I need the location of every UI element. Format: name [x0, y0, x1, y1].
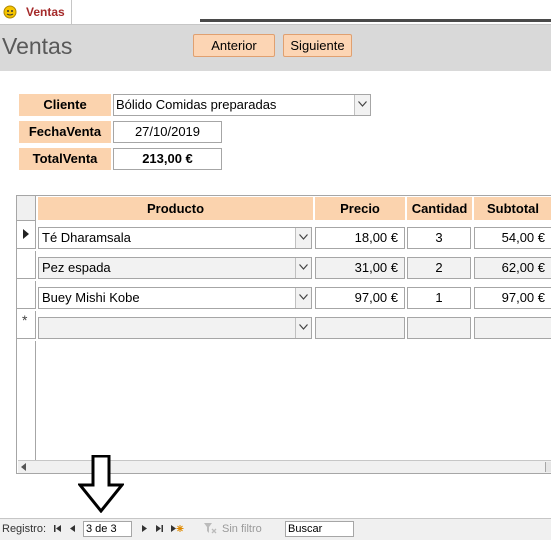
- chevron-down-icon[interactable]: [354, 95, 370, 115]
- total-label: TotalVenta: [19, 148, 111, 170]
- cantidad-value: 3: [435, 230, 443, 245]
- cliente-combo[interactable]: Bólido Comidas preparadas: [113, 94, 371, 116]
- total-value: 213,00 €: [142, 151, 193, 166]
- previous-record-icon[interactable]: [68, 523, 78, 534]
- cliente-label: Cliente: [19, 94, 111, 116]
- cantidad-cell[interactable]: 3: [407, 227, 471, 249]
- column-header-producto[interactable]: Producto: [38, 197, 313, 220]
- fecha-field[interactable]: 27/10/2019: [113, 121, 222, 143]
- producto-value: Té Dharamsala: [42, 230, 131, 245]
- new-producto-combo[interactable]: [38, 317, 312, 339]
- subtotal-cell[interactable]: 97,00 €: [474, 287, 551, 309]
- precio-cell[interactable]: 31,00 €: [315, 257, 405, 279]
- column-header-cantidad[interactable]: Cantidad: [407, 197, 472, 220]
- record-navigation-bar: Registro: Sin filtro: [0, 518, 551, 540]
- subtotal-value: 62,00 €: [501, 260, 545, 275]
- down-arrow-annotation-icon: [78, 455, 124, 513]
- search-input[interactable]: [285, 521, 354, 537]
- tab-label: Ventas: [26, 5, 65, 19]
- total-field: 213,00 €: [113, 148, 222, 170]
- cantidad-cell[interactable]: 2: [407, 257, 471, 279]
- chevron-down-icon[interactable]: [295, 288, 311, 308]
- cliente-value: Bólido Comidas preparadas: [116, 97, 277, 112]
- fecha-label: FechaVenta: [19, 121, 111, 143]
- precio-value: 18,00 €: [354, 230, 398, 245]
- record-label: Registro:: [2, 523, 47, 535]
- previous-button[interactable]: Anterior: [193, 34, 275, 57]
- tab-ventas[interactable]: Ventas: [0, 0, 72, 24]
- subtotal-value: 97,00 €: [501, 290, 545, 305]
- producto-combo[interactable]: Pez espada: [38, 257, 312, 279]
- subtotal-value: 54,00 €: [501, 230, 545, 245]
- column-header-precio[interactable]: Precio: [315, 197, 405, 220]
- last-record-icon[interactable]: [154, 523, 164, 534]
- precio-value: 97,00 €: [354, 290, 398, 305]
- chevron-down-icon[interactable]: [295, 318, 311, 338]
- chevron-down-icon[interactable]: [295, 228, 311, 248]
- form-header: Ventas Anterior Siguiente: [0, 25, 551, 71]
- filter-icon: [204, 523, 217, 534]
- producto-combo[interactable]: Té Dharamsala: [38, 227, 312, 249]
- new-record-icon: *: [22, 312, 28, 328]
- producto-value: Buey Mishi Kobe: [42, 290, 140, 305]
- new-record-selector[interactable]: *: [17, 311, 36, 339]
- column-header-subtotal[interactable]: Subtotal: [474, 197, 551, 220]
- chevron-down-icon[interactable]: [295, 258, 311, 278]
- precio-cell[interactable]: 18,00 €: [315, 227, 405, 249]
- scroll-left-icon[interactable]: [21, 463, 26, 471]
- form-title: Ventas: [2, 33, 73, 59]
- select-all-corner[interactable]: [17, 196, 36, 221]
- record-selector[interactable]: [17, 281, 36, 309]
- producto-combo[interactable]: Buey Mishi Kobe: [38, 287, 312, 309]
- new-record-nav-icon[interactable]: [170, 523, 184, 534]
- cantidad-cell[interactable]: 1: [407, 287, 471, 309]
- new-cantidad-cell[interactable]: [407, 317, 471, 339]
- first-record-icon[interactable]: [53, 523, 63, 534]
- scroll-right-icon[interactable]: [545, 462, 551, 472]
- subtotal-cell[interactable]: 62,00 €: [474, 257, 551, 279]
- subtotal-cell[interactable]: 54,00 €: [474, 227, 551, 249]
- next-button[interactable]: Siguiente: [283, 34, 352, 57]
- detalle-subform: * Producto Precio Cantidad Subtotal Té D…: [16, 195, 551, 474]
- record-selector[interactable]: [17, 221, 36, 249]
- window-edge: [200, 19, 551, 22]
- producto-value: Pez espada: [42, 260, 111, 275]
- cantidad-value: 2: [435, 260, 443, 275]
- precio-cell[interactable]: 97,00 €: [315, 287, 405, 309]
- precio-value: 31,00 €: [354, 260, 398, 275]
- filter-status[interactable]: Sin filtro: [222, 523, 262, 535]
- new-precio-cell[interactable]: [315, 317, 405, 339]
- new-subtotal-cell[interactable]: [474, 317, 551, 339]
- fecha-value: 27/10/2019: [134, 124, 201, 139]
- cantidad-value: 1: [435, 290, 443, 305]
- record-selector[interactable]: [17, 251, 36, 279]
- current-record-icon: [23, 229, 29, 239]
- next-record-icon[interactable]: [139, 523, 149, 534]
- current-record-input[interactable]: [83, 521, 132, 537]
- form-icon: [3, 5, 17, 19]
- selector-column-fill: [17, 341, 36, 460]
